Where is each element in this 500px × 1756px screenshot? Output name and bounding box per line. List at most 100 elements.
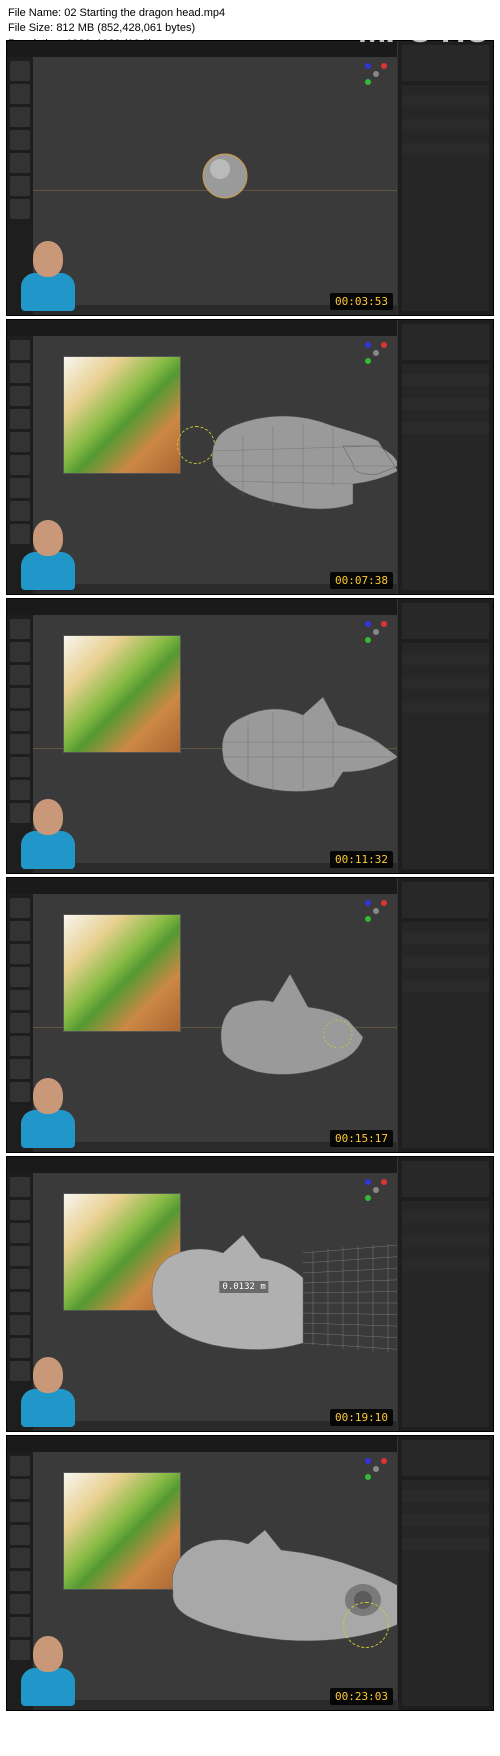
tool-icon xyxy=(10,1456,30,1476)
tool-icon xyxy=(10,757,30,777)
timecode-label: 00:23:03 xyxy=(330,1688,393,1705)
3d-viewport xyxy=(33,1452,397,1700)
mesh-dragon-head xyxy=(208,962,378,1092)
nav-gizmo xyxy=(363,1177,389,1203)
mesh-dragon-head xyxy=(203,396,403,526)
3d-viewport xyxy=(33,615,397,863)
mesh-sphere xyxy=(200,151,250,201)
tool-icon xyxy=(10,1338,30,1358)
thumbnail-grid: 00:03:53 00:07:38 xyxy=(0,74,500,1717)
tool-icon xyxy=(10,898,30,918)
app-menubar xyxy=(7,41,397,57)
thumbnail-frame[interactable]: 00:11:32 xyxy=(6,598,494,874)
tool-icon xyxy=(10,153,30,173)
tool-icon xyxy=(10,1594,30,1614)
tool-icon xyxy=(10,1315,30,1335)
app-menubar xyxy=(7,878,397,894)
app-menubar xyxy=(7,1436,397,1452)
timecode-label: 00:03:53 xyxy=(330,293,393,310)
thumbnail-frame[interactable]: 00:03:53 xyxy=(6,40,494,316)
nav-gizmo xyxy=(363,619,389,645)
tool-icon xyxy=(10,780,30,800)
properties-panel xyxy=(397,599,493,873)
presenter-webcam xyxy=(21,520,75,590)
presenter-webcam xyxy=(21,799,75,869)
mesh-dragon-head xyxy=(213,687,403,807)
nav-gizmo xyxy=(363,340,389,366)
tool-icon xyxy=(10,340,30,360)
tool-icon xyxy=(10,1223,30,1243)
tool-icon xyxy=(10,1059,30,1079)
mesh-dragon-head xyxy=(143,1223,423,1383)
properties-panel xyxy=(397,41,493,315)
tool-icon xyxy=(10,944,30,964)
tool-icon xyxy=(10,432,30,452)
tool-icon xyxy=(10,1200,30,1220)
tool-icon xyxy=(10,84,30,104)
tool-icon xyxy=(10,61,30,81)
tool-icon xyxy=(10,1036,30,1056)
nav-gizmo xyxy=(363,61,389,87)
presenter-webcam xyxy=(21,241,75,311)
presenter-webcam xyxy=(21,1636,75,1706)
properties-panel xyxy=(397,1436,493,1710)
tool-icon xyxy=(10,176,30,196)
measurement-overlay: 0.0132 m xyxy=(219,1281,268,1293)
timecode-label: 00:07:38 xyxy=(330,572,393,589)
cursor-circle xyxy=(343,1602,389,1648)
properties-panel xyxy=(397,878,493,1152)
reference-image xyxy=(63,914,181,1032)
tool-icon xyxy=(10,1502,30,1522)
thumbnail-frame[interactable]: 00:15:17 xyxy=(6,877,494,1153)
3d-viewport xyxy=(33,336,397,584)
3d-viewport: 0.0132 m xyxy=(33,1173,397,1421)
file-name-line: File Name: 02 Starting the dragon head.m… xyxy=(8,6,492,21)
file-size-value: 812 MB (852,428,061 bytes) xyxy=(56,22,195,34)
file-name-label: File Name: xyxy=(8,7,61,19)
thumbnail-frame[interactable]: 00:07:38 xyxy=(6,319,494,595)
reference-image xyxy=(63,356,181,474)
tool-icon xyxy=(10,107,30,127)
tool-icon xyxy=(10,665,30,685)
tool-icon xyxy=(10,688,30,708)
presenter-webcam xyxy=(21,1078,75,1148)
properties-panel xyxy=(397,1157,493,1431)
tool-icon xyxy=(10,363,30,383)
tool-icon xyxy=(10,199,30,219)
tool-icon xyxy=(10,478,30,498)
tool-icon xyxy=(10,1013,30,1033)
file-size-label: File Size: xyxy=(8,22,53,34)
tool-icon xyxy=(10,1177,30,1197)
app-menubar xyxy=(7,320,397,336)
timecode-label: 00:15:17 xyxy=(330,1130,393,1147)
thumbnail-frame[interactable]: 00:23:03 xyxy=(6,1435,494,1711)
tool-icon xyxy=(10,734,30,754)
tool-icon xyxy=(10,409,30,429)
thumbnail-frame[interactable]: 0.0132 m 00:19:10 xyxy=(6,1156,494,1432)
tool-icon xyxy=(10,990,30,1010)
tool-icon xyxy=(10,1548,30,1568)
reference-image xyxy=(63,635,181,753)
tool-icon xyxy=(10,501,30,521)
tool-icon xyxy=(10,711,30,731)
nav-gizmo xyxy=(363,1456,389,1482)
3d-viewport xyxy=(33,894,397,1142)
tool-icon xyxy=(10,1525,30,1545)
tool-icon xyxy=(10,619,30,639)
tool-icon xyxy=(10,1246,30,1266)
tool-icon xyxy=(10,1292,30,1312)
tool-icon xyxy=(10,967,30,987)
app-menubar xyxy=(7,1157,397,1173)
tool-icon xyxy=(10,130,30,150)
tool-icon xyxy=(10,386,30,406)
3d-viewport xyxy=(33,57,397,305)
tool-icon xyxy=(10,1479,30,1499)
tool-icon xyxy=(10,642,30,662)
app-menubar xyxy=(7,599,397,615)
timecode-label: 00:19:10 xyxy=(330,1409,393,1426)
tool-icon xyxy=(10,1269,30,1289)
presenter-webcam xyxy=(21,1357,75,1427)
mesh-dragon-head xyxy=(163,1522,423,1662)
nav-gizmo xyxy=(363,898,389,924)
file-name-value: 02 Starting the dragon head.mp4 xyxy=(64,7,225,19)
